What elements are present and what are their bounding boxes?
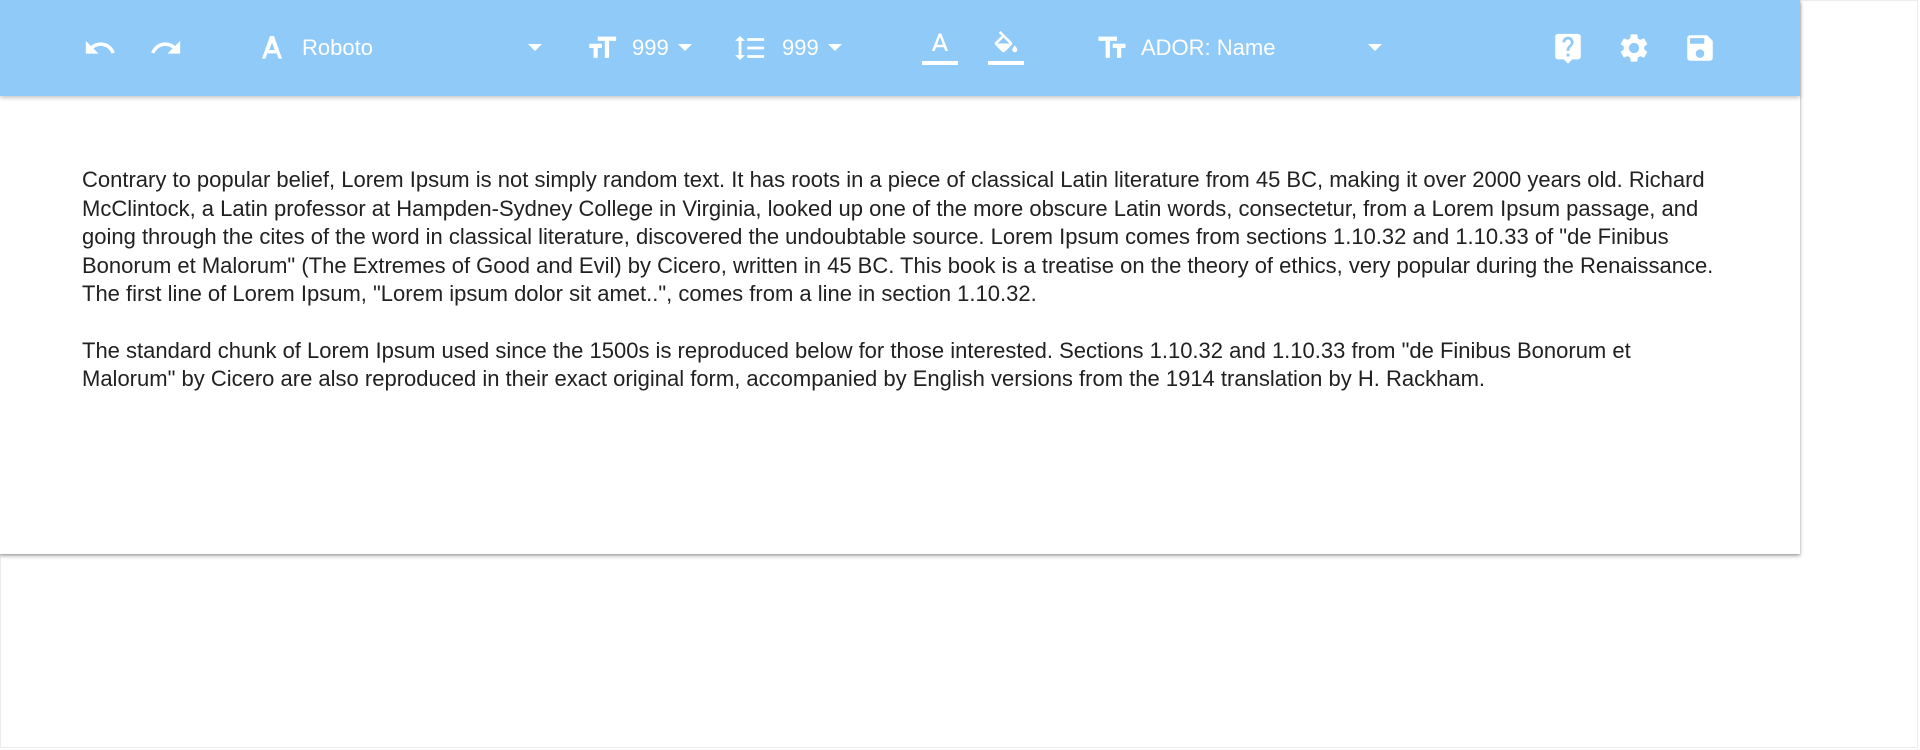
- font-size-dropdown-caret-icon[interactable]: [678, 44, 692, 51]
- text-content-area[interactable]: Contrary to popular belief, Lorem Ipsum …: [82, 166, 1722, 422]
- settings-button[interactable]: [1610, 24, 1658, 72]
- font-size-select[interactable]: 999: [632, 30, 669, 66]
- text-editor-card: Roboto 999 999 ADOR: Name Contrary to po…: [0, 0, 1800, 554]
- redo-button[interactable]: [142, 24, 190, 72]
- undo-icon: [83, 31, 117, 65]
- fill-color-swatch: [988, 61, 1024, 65]
- text-color-icon: [925, 31, 955, 61]
- text-field-icon: [1095, 31, 1129, 65]
- redo-icon: [149, 31, 183, 65]
- field-dropdown-caret-icon[interactable]: [1368, 44, 1382, 51]
- line-height-select[interactable]: 999: [782, 30, 819, 66]
- save-icon: [1683, 31, 1717, 65]
- save-button[interactable]: [1676, 24, 1724, 72]
- paragraph-2: The standard chunk of Lorem Ipsum used s…: [82, 337, 1631, 392]
- text-field-icon-button[interactable]: [1088, 24, 1136, 72]
- line-height-dropdown-caret-icon[interactable]: [828, 44, 842, 51]
- editor-toolbar: Roboto 999 999 ADOR: Name: [0, 0, 1800, 96]
- field-select[interactable]: ADOR: Name: [1141, 30, 1275, 66]
- format-size-icon: [585, 31, 619, 65]
- font-family-dropdown-caret-icon[interactable]: [528, 44, 542, 51]
- font-size-icon-button[interactable]: [578, 24, 626, 72]
- line-height-icon-button[interactable]: [726, 24, 774, 72]
- help-button[interactable]: [1544, 24, 1592, 72]
- paragraph-1: Contrary to popular belief, Lorem Ipsum …: [82, 167, 1714, 306]
- font-family-icon-button[interactable]: [248, 24, 296, 72]
- line-spacing-icon: [733, 31, 767, 65]
- settings-icon: [1617, 31, 1651, 65]
- fill-color-icon: [991, 31, 1021, 61]
- undo-button[interactable]: [76, 24, 124, 72]
- font-icon: [256, 32, 288, 64]
- font-family-select[interactable]: Roboto: [302, 30, 373, 66]
- help-icon: [1551, 31, 1585, 65]
- text-color-swatch: [922, 61, 958, 65]
